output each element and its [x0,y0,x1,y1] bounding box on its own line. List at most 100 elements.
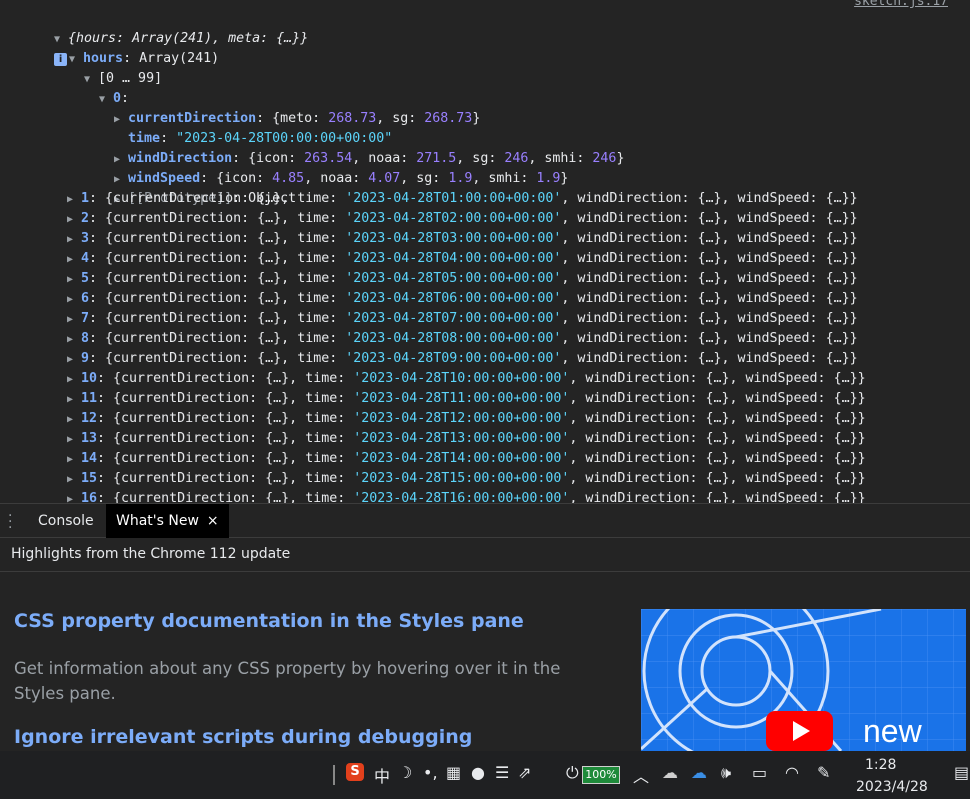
keyboard-icon[interactable]: ▦ [446,763,461,782]
prop-key: currentDirection [113,331,242,346]
prop-key: currentDirection [113,291,242,306]
video-thumbnail[interactable]: new [641,609,966,751]
console-output: sketch.js:17 ▼ {hours: Array(241), meta: … [0,0,970,503]
menu-icon[interactable]: ☰ [495,763,509,782]
range-line[interactable]: ▼ [0 … 99] [52,49,162,86]
prop-key: time [305,451,338,466]
notification-icon[interactable]: ▤ [954,763,969,782]
dots-icon[interactable]: •, [423,763,438,782]
collapse-triangle-icon[interactable]: ▶ [67,390,81,410]
row-index: 14 [81,451,98,466]
collapse-triangle-icon[interactable]: ▶ [67,350,81,370]
array-row[interactable]: ▶ 2: {currentDirection: {…}, time: '2023-… [67,209,858,229]
tab-whats-new[interactable]: What's New × [106,504,229,538]
array-row[interactable]: ▶ 12: {currentDirection: {…}, time: '2023… [67,409,866,429]
number-value: 4.07 [368,171,401,186]
divider [333,765,335,785]
clock-time[interactable]: 1:28 [865,757,896,773]
collapse-triangle-icon[interactable]: ▶ [67,210,81,230]
array-row[interactable]: ▶ 13: {currentDirection: {…}, time: '2023… [67,429,866,449]
section-heading-link[interactable]: Ignore irrelevant scripts during debuggi… [14,726,472,748]
clock-date[interactable]: 2023/4/28 [856,779,928,795]
string-value: '2023-04-28T12:00:00+00:00' [353,411,570,426]
taskbar: S 中 ☽ •, ▦ ● ☰ ⇗ ⏻ 100% ︿ ☁ ☁ 🕪 ▭ ◠ ✎ 1:… [0,751,970,799]
array-row[interactable]: ▶ 11: {currentDirection: {…}, time: '2023… [67,389,866,409]
wind-direction-line[interactable]: ▶ windDirection: {icon: 263.54, noaa: 271… [82,129,624,166]
collapse-triangle-icon[interactable]: ▶ [67,410,81,430]
prop-key: time [305,391,338,406]
prop-key: currentDirection [121,411,250,426]
root-object-line[interactable]: ▼ {hours: Array(241), meta: {…}} i [22,9,308,66]
array-row[interactable]: ▶ 14: {currentDirection: {…}, time: '2023… [67,449,866,469]
prototype-line[interactable]: ▶ [[Prototype]]: Object [82,169,296,206]
section-heading-link[interactable]: CSS property documentation in the Styles… [14,610,524,632]
row-index: 9 [81,351,90,366]
item-0-line[interactable]: ▼ 0: [67,69,129,106]
volume-icon[interactable]: 🕪 [721,763,731,783]
prop-key: currentDirection [113,231,242,246]
prop-key: currentDirection [113,351,242,366]
prop-key: time [297,251,330,266]
row-index: 5 [81,271,90,286]
array-row[interactable]: ▶ 15: {currentDirection: {…}, time: '2023… [67,469,866,489]
collapse-triangle-icon[interactable]: ▶ [67,490,81,503]
hours-line[interactable]: ▼ hours: Array(241) [37,29,219,66]
wifi-icon[interactable]: ◠ [785,763,799,782]
chevron-up-icon[interactable]: ︿ [633,763,649,787]
string-value: '2023-04-28T01:00:00+00:00' [345,191,562,206]
array-row[interactable]: ▶ 4: {currentDirection: {…}, time: '2023-… [67,249,858,269]
string-value: '2023-04-28T02:00:00+00:00' [345,211,562,226]
tab-console[interactable]: Console [28,504,104,538]
collapse-triangle-icon[interactable]: ▶ [67,370,81,390]
source-link[interactable]: sketch.js:17 [854,0,948,9]
array-row[interactable]: ▶ 7: {currentDirection: {…}, time: '2023-… [67,309,858,329]
collapse-triangle-icon[interactable]: ▶ [67,270,81,290]
array-row[interactable]: ▶ 9: {currentDirection: {…}, time: '2023-… [67,349,858,369]
prop-key: time [297,231,330,246]
collapse-triangle-icon[interactable]: ▶ [67,310,81,330]
prop-key: time [305,411,338,426]
array-row[interactable]: ▶ 16: {currentDirection: {…}, time: '2023… [67,489,866,503]
prop-key: time [297,191,330,206]
collapse-triangle-icon[interactable]: ▶ [67,470,81,490]
pen-icon[interactable]: ✎ [817,763,830,782]
thumbnail-caption: new [863,713,922,749]
collapse-triangle-icon[interactable]: ▶ [67,330,81,350]
onedrive-icon[interactable]: ☁ [691,763,707,782]
tab-label: What's New [116,513,199,529]
ime-mode-toggle[interactable]: 中 [374,763,390,787]
battery-indicator[interactable]: 100% [582,766,620,784]
collapse-triangle-icon[interactable]: ▶ [67,450,81,470]
power-plug-icon[interactable]: ⏻ [566,763,579,783]
array-row[interactable]: ▶ 5: {currentDirection: {…}, time: '2023-… [67,269,858,289]
prop-key: currentDirection [113,271,242,286]
collapse-triangle-icon[interactable]: ▶ [67,250,81,270]
row-index: 6 [81,291,90,306]
array-row[interactable]: ▶ 3: {currentDirection: {…}, time: '2023-… [67,229,858,249]
prop-key: time [305,471,338,486]
collapse-triangle-icon[interactable]: ▶ [67,230,81,250]
moon-icon[interactable]: ☽ [398,763,412,782]
close-icon[interactable]: × [207,513,219,529]
collapse-triangle-icon[interactable]: ▶ [67,290,81,310]
user-icon[interactable]: ● [471,763,485,782]
cloud-icon[interactable]: ☁ [662,763,678,782]
more-options-icon[interactable]: · · · [8,509,18,535]
string-value: '2023-04-28T14:00:00+00:00' [353,451,570,466]
array-row[interactable]: ▶ 6: {currentDirection: {…}, time: '2023-… [67,289,858,309]
prop-key: currentDirection [113,191,242,206]
sogou-icon[interactable]: S [346,763,364,781]
row-index: 7 [81,311,90,326]
array-row[interactable]: ▶ 1: {currentDirection: {…}, time: '2023-… [67,189,858,209]
battery-tray-icon[interactable]: ▭ [752,763,767,782]
wind-speed-line[interactable]: ▶ windSpeed: {icon: 4.85, noaa: 4.07, sg:… [82,149,568,186]
current-direction-line[interactable]: ▶ currentDirection: {meto: 268.73, sg: 26… [82,89,480,126]
array-row[interactable]: ▶ 8: {currentDirection: {…}, time: '2023-… [67,329,858,349]
external-icon[interactable]: ⇗ [518,763,531,782]
prop-key: time [305,371,338,386]
array-row[interactable]: ▶ 10: {currentDirection: {…}, time: '2023… [67,369,866,389]
collapse-triangle-icon[interactable]: ▶ [67,430,81,450]
string-value: '2023-04-28T06:00:00+00:00' [345,291,562,306]
prop-key: time [305,491,338,503]
collapse-triangle-icon[interactable]: ▶ [67,190,81,210]
